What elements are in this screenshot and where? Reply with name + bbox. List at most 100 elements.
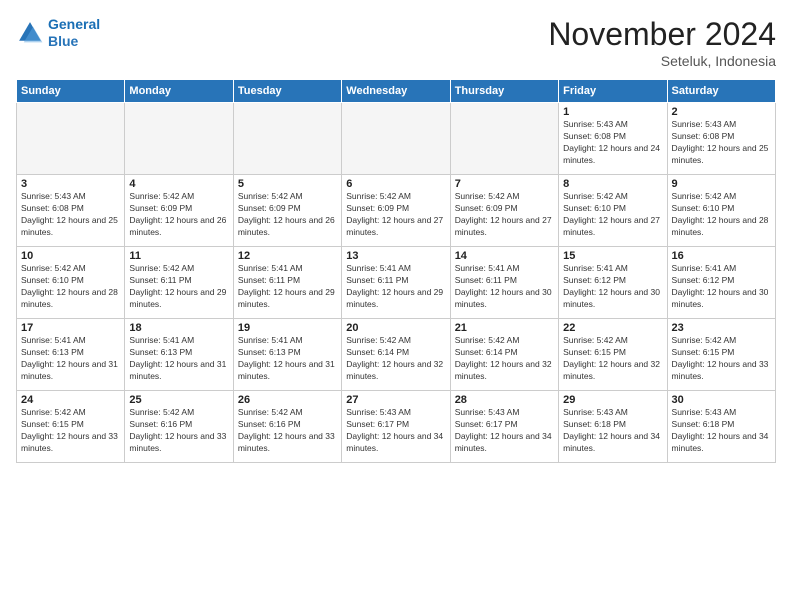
calendar-cell: 24Sunrise: 5:42 AMSunset: 6:15 PMDayligh… — [17, 391, 125, 463]
day-info: Sunrise: 5:41 AMSunset: 6:13 PMDaylight:… — [238, 335, 337, 383]
day-number: 2 — [672, 106, 771, 118]
day-number: 4 — [129, 178, 228, 190]
day-info: Sunrise: 5:42 AMSunset: 6:15 PMDaylight:… — [21, 407, 120, 455]
day-number: 13 — [346, 250, 445, 262]
logo-icon — [16, 19, 44, 47]
title-block: November 2024 Seteluk, Indonesia — [548, 16, 776, 69]
calendar-cell — [450, 103, 558, 175]
calendar-cell — [233, 103, 341, 175]
calendar-cell: 21Sunrise: 5:42 AMSunset: 6:14 PMDayligh… — [450, 319, 558, 391]
day-info: Sunrise: 5:43 AMSunset: 6:17 PMDaylight:… — [455, 407, 554, 455]
day-number: 19 — [238, 322, 337, 334]
header: General Blue November 2024 Seteluk, Indo… — [16, 16, 776, 69]
calendar-header-thursday: Thursday — [450, 80, 558, 103]
calendar-cell: 7Sunrise: 5:42 AMSunset: 6:09 PMDaylight… — [450, 175, 558, 247]
calendar-cell — [125, 103, 233, 175]
day-info: Sunrise: 5:41 AMSunset: 6:13 PMDaylight:… — [129, 335, 228, 383]
day-info: Sunrise: 5:43 AMSunset: 6:08 PMDaylight:… — [21, 191, 120, 239]
calendar-week-1: 1Sunrise: 5:43 AMSunset: 6:08 PMDaylight… — [17, 103, 776, 175]
day-number: 22 — [563, 322, 662, 334]
day-number: 18 — [129, 322, 228, 334]
day-info: Sunrise: 5:43 AMSunset: 6:08 PMDaylight:… — [563, 119, 662, 167]
calendar-cell: 14Sunrise: 5:41 AMSunset: 6:11 PMDayligh… — [450, 247, 558, 319]
calendar-week-5: 24Sunrise: 5:42 AMSunset: 6:15 PMDayligh… — [17, 391, 776, 463]
calendar-header-wednesday: Wednesday — [342, 80, 450, 103]
day-number: 6 — [346, 178, 445, 190]
calendar-cell: 29Sunrise: 5:43 AMSunset: 6:18 PMDayligh… — [559, 391, 667, 463]
calendar-cell: 12Sunrise: 5:41 AMSunset: 6:11 PMDayligh… — [233, 247, 341, 319]
calendar-cell — [17, 103, 125, 175]
day-info: Sunrise: 5:42 AMSunset: 6:14 PMDaylight:… — [455, 335, 554, 383]
page: General Blue November 2024 Seteluk, Indo… — [0, 0, 792, 612]
day-number: 17 — [21, 322, 120, 334]
calendar-cell — [342, 103, 450, 175]
day-info: Sunrise: 5:42 AMSunset: 6:09 PMDaylight:… — [238, 191, 337, 239]
logo-line1: General — [48, 16, 100, 32]
day-number: 30 — [672, 394, 771, 406]
day-number: 7 — [455, 178, 554, 190]
day-info: Sunrise: 5:42 AMSunset: 6:15 PMDaylight:… — [563, 335, 662, 383]
calendar-header-friday: Friday — [559, 80, 667, 103]
day-info: Sunrise: 5:42 AMSunset: 6:15 PMDaylight:… — [672, 335, 771, 383]
location: Seteluk, Indonesia — [548, 53, 776, 69]
day-number: 5 — [238, 178, 337, 190]
calendar-cell: 28Sunrise: 5:43 AMSunset: 6:17 PMDayligh… — [450, 391, 558, 463]
calendar-cell: 19Sunrise: 5:41 AMSunset: 6:13 PMDayligh… — [233, 319, 341, 391]
day-info: Sunrise: 5:42 AMSunset: 6:10 PMDaylight:… — [21, 263, 120, 311]
day-number: 3 — [21, 178, 120, 190]
day-number: 16 — [672, 250, 771, 262]
calendar-cell: 5Sunrise: 5:42 AMSunset: 6:09 PMDaylight… — [233, 175, 341, 247]
day-info: Sunrise: 5:41 AMSunset: 6:12 PMDaylight:… — [672, 263, 771, 311]
day-number: 9 — [672, 178, 771, 190]
day-info: Sunrise: 5:42 AMSunset: 6:09 PMDaylight:… — [346, 191, 445, 239]
day-info: Sunrise: 5:41 AMSunset: 6:11 PMDaylight:… — [455, 263, 554, 311]
calendar-cell: 10Sunrise: 5:42 AMSunset: 6:10 PMDayligh… — [17, 247, 125, 319]
day-info: Sunrise: 5:42 AMSunset: 6:09 PMDaylight:… — [129, 191, 228, 239]
calendar-table: SundayMondayTuesdayWednesdayThursdayFrid… — [16, 79, 776, 463]
calendar-cell: 30Sunrise: 5:43 AMSunset: 6:18 PMDayligh… — [667, 391, 775, 463]
calendar-header-row: SundayMondayTuesdayWednesdayThursdayFrid… — [17, 80, 776, 103]
logo-text: General Blue — [48, 16, 100, 50]
month-title: November 2024 — [548, 16, 776, 53]
logo: General Blue — [16, 16, 100, 50]
calendar-cell: 3Sunrise: 5:43 AMSunset: 6:08 PMDaylight… — [17, 175, 125, 247]
day-number: 11 — [129, 250, 228, 262]
day-number: 25 — [129, 394, 228, 406]
calendar-cell: 15Sunrise: 5:41 AMSunset: 6:12 PMDayligh… — [559, 247, 667, 319]
day-info: Sunrise: 5:41 AMSunset: 6:12 PMDaylight:… — [563, 263, 662, 311]
day-number: 20 — [346, 322, 445, 334]
day-info: Sunrise: 5:42 AMSunset: 6:16 PMDaylight:… — [238, 407, 337, 455]
day-info: Sunrise: 5:41 AMSunset: 6:11 PMDaylight:… — [238, 263, 337, 311]
day-number: 8 — [563, 178, 662, 190]
calendar-cell: 8Sunrise: 5:42 AMSunset: 6:10 PMDaylight… — [559, 175, 667, 247]
day-info: Sunrise: 5:43 AMSunset: 6:08 PMDaylight:… — [672, 119, 771, 167]
day-info: Sunrise: 5:42 AMSunset: 6:11 PMDaylight:… — [129, 263, 228, 311]
calendar-week-3: 10Sunrise: 5:42 AMSunset: 6:10 PMDayligh… — [17, 247, 776, 319]
calendar-week-4: 17 Sunrise: 5:41 AMSunset: 6:13 PMDayligh… — [17, 319, 776, 391]
calendar-cell: 2Sunrise: 5:43 AMSunset: 6:08 PMDaylight… — [667, 103, 775, 175]
day-number: 27 — [346, 394, 445, 406]
day-info: Sunrise: 5:42 AMSunset: 6:14 PMDaylight:… — [346, 335, 445, 383]
calendar-cell: 17Sunrise: 5:41 AMSunset: 6:13 PMDayligh… — [17, 319, 125, 391]
day-info: Sunrise: 5:42 AMSunset: 6:09 PMDaylight:… — [455, 191, 554, 239]
calendar-cell: 6Sunrise: 5:42 AMSunset: 6:09 PMDaylight… — [342, 175, 450, 247]
calendar-week-2: 3Sunrise: 5:43 AMSunset: 6:08 PMDaylight… — [17, 175, 776, 247]
day-info: Sunrise: 5:41 AMSunset: 6:11 PMDaylight:… — [346, 263, 445, 311]
calendar-header-saturday: Saturday — [667, 80, 775, 103]
calendar-cell: 9Sunrise: 5:42 AMSunset: 6:10 PMDaylight… — [667, 175, 775, 247]
calendar-cell: 25Sunrise: 5:42 AMSunset: 6:16 PMDayligh… — [125, 391, 233, 463]
calendar-cell: 18Sunrise: 5:41 AMSunset: 6:13 PMDayligh… — [125, 319, 233, 391]
day-info: Sunrise: 5:43 AMSunset: 6:17 PMDaylight:… — [346, 407, 445, 455]
calendar-cell: 1Sunrise: 5:43 AMSunset: 6:08 PMDaylight… — [559, 103, 667, 175]
day-number: 28 — [455, 394, 554, 406]
calendar-cell: 4Sunrise: 5:42 AMSunset: 6:09 PMDaylight… — [125, 175, 233, 247]
day-info: Sunrise: 5:43 AMSunset: 6:18 PMDaylight:… — [563, 407, 662, 455]
calendar-cell: 23Sunrise: 5:42 AMSunset: 6:15 PMDayligh… — [667, 319, 775, 391]
day-number: 23 — [672, 322, 771, 334]
day-number: 14 — [455, 250, 554, 262]
day-number: 21 — [455, 322, 554, 334]
day-info: Sunrise: 5:43 AMSunset: 6:18 PMDaylight:… — [672, 407, 771, 455]
calendar-header-sunday: Sunday — [17, 80, 125, 103]
calendar-cell: 20Sunrise: 5:42 AMSunset: 6:14 PMDayligh… — [342, 319, 450, 391]
day-number: 26 — [238, 394, 337, 406]
